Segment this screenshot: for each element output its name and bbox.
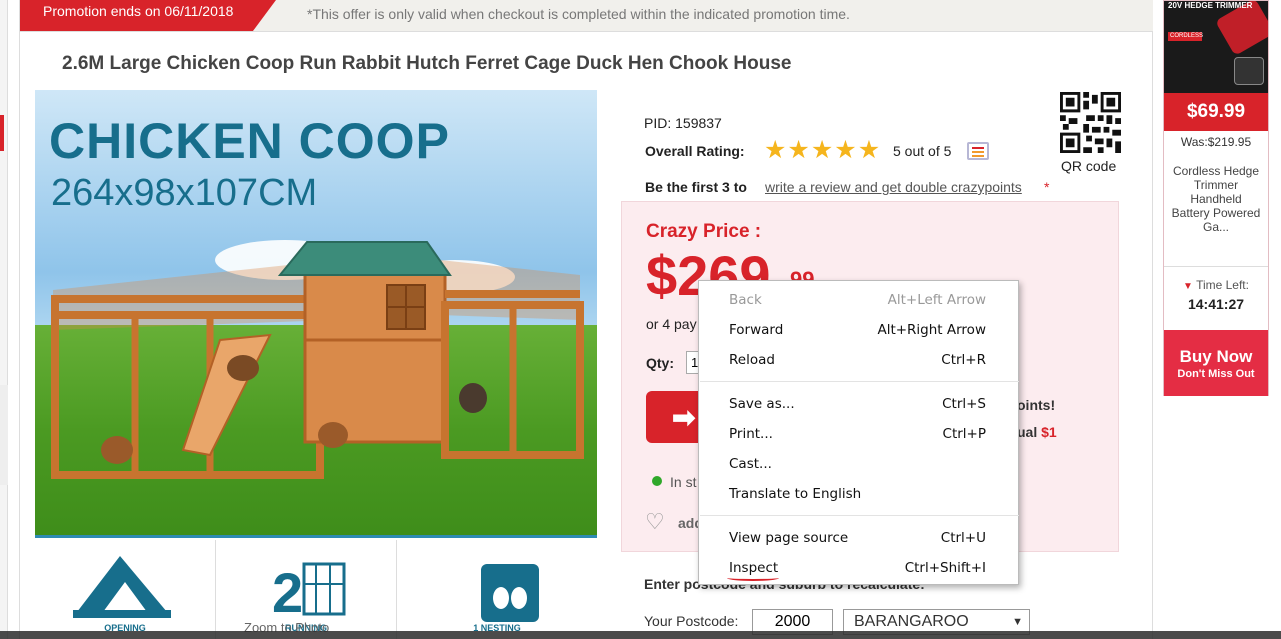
arrow-right-icon: ➡ <box>672 402 696 433</box>
points-equal-label: ual <box>1017 424 1038 440</box>
context-menu-separator <box>700 381 1019 382</box>
left-edge-block <box>0 385 8 485</box>
promotion-note: *This offer is only valid when checkout … <box>307 6 850 22</box>
in-stock-indicator-icon <box>652 476 662 486</box>
suburb-selected-value: BARANGAROO <box>854 613 969 630</box>
running-area-icon: 2 <box>272 561 346 624</box>
quantity-label: Qty: <box>646 355 674 371</box>
context-menu-reload[interactable]: Reload Ctrl+R <box>699 346 1018 376</box>
ad-image-heading: 20V HEDGE TRIMMER <box>1168 1 1253 10</box>
context-menu-shortcut: Ctrl+R <box>941 352 986 368</box>
context-menu-back[interactable]: Back Alt+Left Arrow <box>699 286 1018 316</box>
product-title: 2.6M Large Chicken Coop Run Rabbit Hutch… <box>62 53 792 74</box>
write-review-link[interactable]: write a review and get double crazypoint… <box>765 179 1022 195</box>
points-equal-amount: $1 <box>1041 424 1057 440</box>
product-id: PID: 159837 <box>644 115 722 131</box>
context-menu-translate[interactable]: Translate to English <box>699 480 1018 510</box>
ad-divider <box>1164 266 1268 267</box>
ad-image-tag: CORDLESS <box>1168 32 1204 41</box>
context-menu-separator <box>700 515 1019 516</box>
ad-product-image[interactable]: 20V HEDGE TRIMMER CORDLESS <box>1164 1 1268 93</box>
context-menu-shortcut: Ctrl+U <box>940 530 986 546</box>
ad-time-left-label: ▼ Time Left: <box>1164 278 1268 292</box>
qr-code-icon[interactable] <box>1060 92 1121 153</box>
qr-code-label: QR code <box>1061 158 1117 174</box>
ad-buy-now-subtext: Don't Miss Out <box>1177 368 1255 380</box>
context-menu-label: Reload <box>729 352 775 368</box>
review-list-icon[interactable] <box>967 142 989 160</box>
star-icon: ★ <box>857 136 881 164</box>
ad-buy-now-label: Buy Now <box>1179 347 1253 366</box>
context-menu-label: Translate to English <box>729 486 862 502</box>
left-edge-panel <box>0 0 8 639</box>
rating-label: Overall Rating: <box>645 143 745 159</box>
thumbnail-opening[interactable]: OPENING <box>35 540 216 639</box>
rating-value: 5 out of 5 <box>893 143 952 159</box>
postcode-label: Your Postcode: <box>644 613 739 629</box>
review-asterisk: * <box>1044 179 1050 195</box>
product-main-image[interactable]: CHICKEN COOP 264x98x107CM <box>35 90 597 538</box>
context-menu-save-as[interactable]: Save as... Ctrl+S <box>699 390 1018 420</box>
triangle-down-icon: ▼ <box>1183 281 1193 292</box>
points-equal-text: ual $1 <box>1017 424 1057 440</box>
context-menu-label: Inspect <box>729 560 779 576</box>
context-menu-label: Save as... <box>729 396 795 412</box>
context-menu-label: Back <box>729 292 762 308</box>
ad-countdown: 14:41:27 <box>1187 296 1245 312</box>
context-menu: Back Alt+Left Arrow Forward Alt+Right Ar… <box>698 280 1019 585</box>
star-icon: ★ <box>810 136 834 164</box>
rating-stars: ★ ★ ★ ★ ★ <box>764 138 880 163</box>
left-edge-marker <box>0 115 4 151</box>
context-menu-view-source[interactable]: View page source Ctrl+U <box>699 524 1018 554</box>
context-menu-forward[interactable]: Forward Alt+Right Arrow <box>699 316 1018 346</box>
promotion-end-tag: Promotion ends on 06/11/2018 <box>20 0 276 31</box>
nesting-box-icon <box>481 564 539 622</box>
context-menu-shortcut: Ctrl+P <box>942 426 986 442</box>
star-icon: ★ <box>764 136 787 164</box>
image-dimensions: 264x98x107CM <box>51 172 318 214</box>
context-menu-shortcut: Alt+Left Arrow <box>887 292 986 308</box>
context-menu-label: View page source <box>729 530 849 546</box>
payment-option-text: or 4 pay <box>646 316 697 332</box>
context-menu-cast[interactable]: Cast... <box>699 450 1018 480</box>
context-menu-label: Forward <box>729 322 784 338</box>
context-menu-shortcut: Ctrl+Shift+I <box>904 560 986 576</box>
star-icon: ★ <box>787 136 810 164</box>
opening-roof-icon <box>73 556 171 618</box>
thumbnail-nesting[interactable]: 1 NESTING <box>397 540 597 639</box>
context-menu-print[interactable]: Print... Ctrl+P <box>699 420 1018 450</box>
context-menu-label: Print... <box>729 426 773 442</box>
crazy-price-label: Crazy Price : <box>646 221 762 242</box>
ad-time-label-text: Time Left: <box>1196 278 1249 292</box>
crazypoints-text: oints! <box>1017 397 1056 413</box>
context-menu-shortcut: Ctrl+S <box>942 396 986 412</box>
ad-was-price: Was:$219.95 <box>1180 135 1252 149</box>
image-heading: CHICKEN COOP <box>49 113 450 169</box>
svg-text:2: 2 <box>272 561 303 624</box>
context-menu-shortcut: Alt+Right Arrow <box>877 322 986 338</box>
first-reviewers-label: Be the first 3 to <box>645 179 747 195</box>
heart-icon[interactable]: ♡ <box>645 511 665 533</box>
ad-product-name[interactable]: Cordless Hedge Trimmer Handheld Battery … <box>1170 164 1262 234</box>
inspect-highlight-underline <box>727 575 779 581</box>
ad-price: $69.99 <box>1164 93 1268 131</box>
side-deal-ad[interactable]: 20V HEDGE TRIMMER CORDLESS $69.99 Was:$2… <box>1163 0 1269 396</box>
context-menu-inspect[interactable]: Inspect Ctrl+Shift+I <box>699 554 1018 584</box>
battery-icon <box>1234 57 1264 85</box>
ad-buy-now-button[interactable]: Buy Now Don't Miss Out <box>1164 330 1268 396</box>
star-icon: ★ <box>834 136 857 164</box>
bottom-bar <box>0 631 1281 639</box>
stock-status: In st <box>670 474 697 490</box>
context-menu-label: Cast... <box>729 456 772 472</box>
